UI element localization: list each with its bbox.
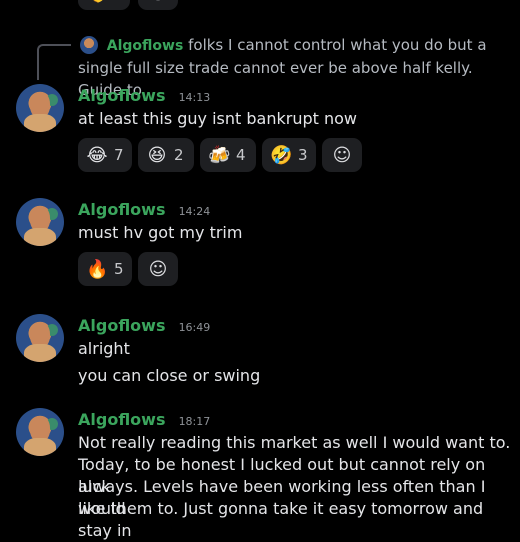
reaction-count: 3 <box>298 146 308 164</box>
message-text: at least this guy isnt bankrupt now <box>78 109 357 128</box>
avatar[interactable] <box>16 198 64 246</box>
reaction-rofl[interactable]: 🤣 3 <box>262 138 316 172</box>
reaction-count: 7 <box>114 146 124 164</box>
emoji-icon: 👌 <box>86 0 108 4</box>
reply-author[interactable]: Algoflows <box>107 38 184 54</box>
timestamp: 18:17 <box>178 415 211 428</box>
reaction-count: 2 <box>174 146 184 164</box>
reaction-count: 4 <box>236 146 246 164</box>
message-header: Algoflows 16:49 <box>78 316 210 335</box>
author-name[interactable]: Algoflows <box>78 86 165 105</box>
message-text-line: Not really reading this market as well I… <box>78 433 511 452</box>
message-text-line: like them to. Just gonna take it easy to… <box>78 499 484 540</box>
smile-icon: ☺ <box>148 258 168 280</box>
timestamp: 16:49 <box>178 321 211 334</box>
message-header: Algoflows 14:24 <box>78 200 210 219</box>
reaction-top-1[interactable]: 👌 <box>78 0 130 10</box>
reaction-joy[interactable]: 😂 7 <box>78 138 132 172</box>
reaction-beers[interactable]: 🍻 4 <box>200 138 256 172</box>
beers-emoji-icon: 🍻 <box>208 144 231 166</box>
rofl-emoji-icon: 🤣 <box>270 144 293 166</box>
message-text: must hv got my trim <box>78 223 243 242</box>
message-header: Algoflows 18:17 <box>78 410 210 429</box>
timestamp: 14:13 <box>178 91 211 104</box>
reply-connector <box>37 44 71 80</box>
joy-emoji-icon: 😂 <box>86 144 108 166</box>
avatar[interactable] <box>16 314 64 362</box>
message-text: alright <box>78 339 130 358</box>
avatar[interactable] <box>16 84 64 132</box>
add-reaction-button[interactable]: ☺ <box>322 138 362 172</box>
fire-emoji-icon: 🔥 <box>86 258 109 280</box>
add-reaction-button[interactable]: ☺ <box>138 0 178 10</box>
smile-icon: ☺ <box>332 144 352 166</box>
laughing-emoji-icon: 😆 <box>147 144 167 166</box>
author-name[interactable]: Algoflows <box>78 200 165 219</box>
timestamp: 14:24 <box>178 205 211 218</box>
message-text: you can close or swing <box>78 366 261 385</box>
add-reaction-button[interactable]: ☺ <box>138 252 178 286</box>
author-name[interactable]: Algoflows <box>78 410 165 429</box>
message-header: Algoflows 14:13 <box>78 86 210 105</box>
reaction-laughing[interactable]: 😆 2 <box>138 138 194 172</box>
avatar[interactable] <box>16 408 64 456</box>
reaction-fire[interactable]: 🔥 5 <box>78 252 132 286</box>
reaction-count: 5 <box>114 260 124 278</box>
author-name[interactable]: Algoflows <box>78 316 165 335</box>
smile-icon: ☺ <box>149 0 168 4</box>
